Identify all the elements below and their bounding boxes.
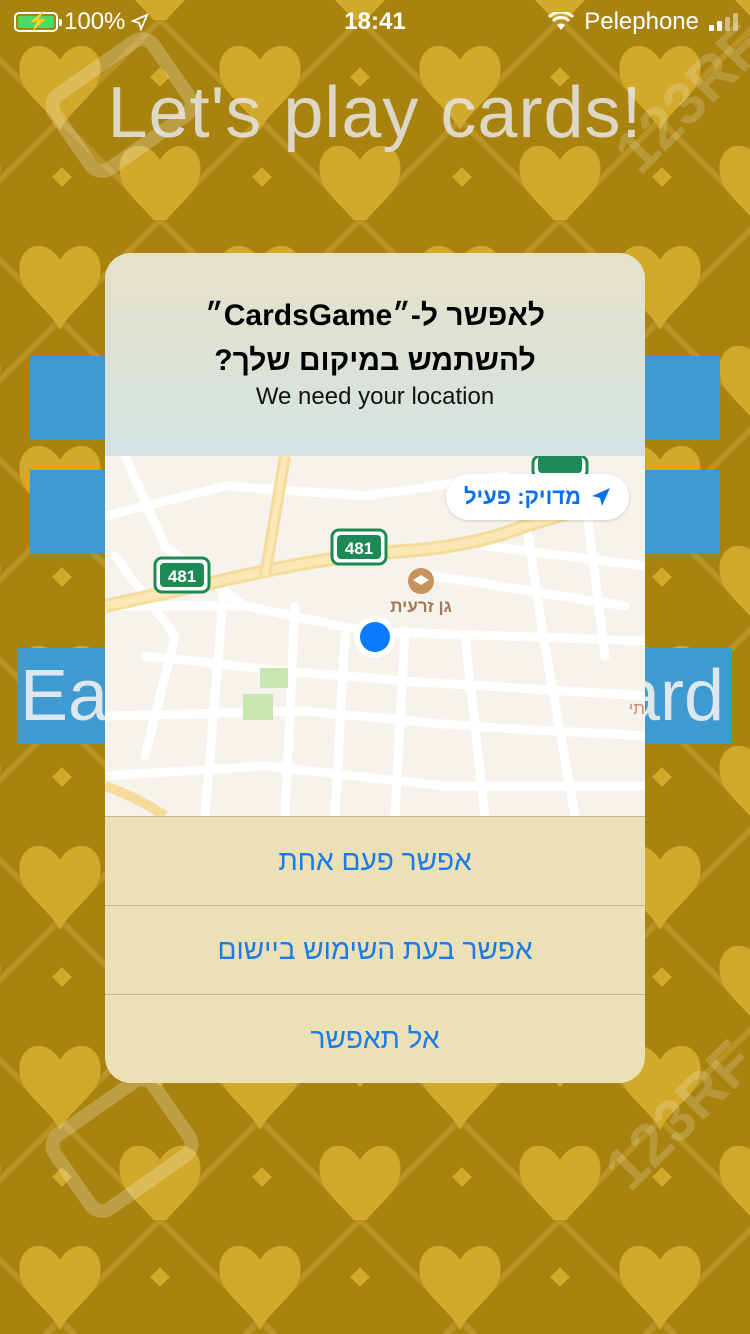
location-permission-alert: לאפשר ל-״CardsGame״ להשתמש במיקום שלך? W… (105, 253, 645, 1083)
road-shield-icon: 481 (153, 556, 211, 594)
dont-allow-button[interactable]: אל תאפשר (105, 994, 645, 1083)
precise-location-toggle[interactable]: מדויק: פעיל (445, 474, 629, 520)
alert-title-line1: לאפשר ל-״CardsGame״ (205, 299, 545, 332)
precise-location-label: מדויק: פעיל (463, 484, 581, 509)
location-arrow-icon (592, 488, 610, 506)
map-edge-label: תי (629, 699, 645, 718)
road-number-label-1: 481 (168, 567, 196, 586)
alert-header: לאפשר ל-״CardsGame״ להשתמש במיקום שלך? W… (105, 253, 645, 456)
road-shield-icon-2: 481 (330, 528, 388, 566)
road-number-label-2: 481 (345, 539, 373, 558)
location-map: 481 481 גן זרעית תי מדויק: פעיל (105, 456, 645, 816)
allow-while-using-button[interactable]: אפשר בעת השימוש ביישום (105, 905, 645, 994)
alert-title: לאפשר ל-״CardsGame״ להשתמש במיקום שלך? (125, 293, 625, 383)
alert-message: We need your location (255, 383, 495, 410)
poi-label: גן זרעית (390, 597, 452, 616)
alert-title-line2: להשתמש במיקום שלך? (214, 344, 536, 377)
allow-once-button[interactable]: אפשר פעם אחת (105, 816, 645, 905)
